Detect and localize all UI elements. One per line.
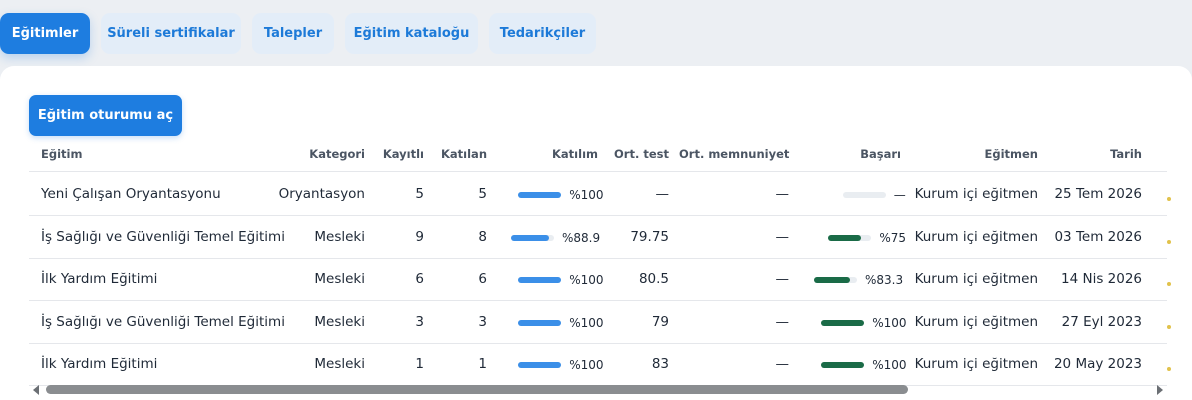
attended-cell: 3	[478, 313, 487, 330]
participation-bar-fill	[518, 319, 562, 326]
table-row[interactable]: İş Sağlığı ve Güvenliği Temel Eğitimi Me…	[29, 301, 1171, 344]
avg-satisfaction-cell: —	[775, 271, 790, 287]
avg-test-cell: 79	[651, 313, 669, 330]
registered-cell: 6	[415, 271, 424, 287]
trainer-cell: Kurum içi eğitmen	[914, 186, 1038, 202]
col-registered[interactable]: Kayıtlı	[374, 147, 424, 161]
status-dot-icon	[1167, 282, 1171, 286]
training-name[interactable]: İlk Yardım Eğitimi	[41, 258, 157, 300]
attended-cell: 8	[478, 228, 487, 245]
participation-bar-fill	[511, 234, 550, 241]
participation-bar	[518, 319, 562, 326]
success-bar	[821, 319, 865, 326]
open-session-button[interactable]: Eğitim oturumu aç	[29, 95, 182, 136]
participation-percent: %88.9	[562, 230, 601, 245]
registered-cell: 3	[415, 313, 424, 330]
scrollbar-thumb[interactable]	[46, 385, 908, 394]
table-row[interactable]: İlk Yardım Eğitimi Mesleki 1 1 %100 83 —…	[29, 343, 1171, 386]
participation-bar-fill	[518, 192, 562, 198]
avg-satisfaction-cell: —	[775, 228, 790, 245]
trainer-cell: Kurum içi eğitmen	[914, 356, 1038, 372]
success-bar	[842, 192, 886, 198]
category-cell: Mesleki	[314, 271, 365, 287]
date-cell: 25 Tem 2026	[1054, 186, 1142, 202]
table-row[interactable]: İlk Yardım Eğitimi Mesleki 6 6 %100 80.5…	[29, 258, 1171, 301]
participation-bar-fill	[518, 277, 562, 283]
scroll-right-arrow-icon[interactable]	[1157, 385, 1163, 395]
category-cell: Mesleki	[314, 356, 365, 372]
date-cell: 20 May 2023	[1053, 356, 1142, 372]
trainer-cell: Kurum içi eğitmen	[914, 271, 1038, 287]
success-bar	[821, 362, 865, 368]
date-cell: 03 Tem 2026	[1054, 228, 1142, 245]
trainer-cell: Kurum içi eğitmen	[914, 313, 1038, 330]
registered-cell: 1	[415, 356, 424, 372]
avg-test-cell: 83	[651, 356, 669, 372]
registered-cell: 5	[415, 186, 424, 202]
tab-requests[interactable]: Talepler	[252, 13, 334, 54]
col-attended[interactable]: Katılan	[434, 147, 487, 161]
participation-bar	[518, 362, 562, 368]
category-cell: Oryantasyon	[278, 186, 365, 202]
tab-training-catalog[interactable]: Eğitim kataloğu	[345, 13, 478, 54]
success-bar	[828, 234, 872, 241]
date-cell: 14 Nis 2026	[1061, 271, 1142, 287]
success-bar	[814, 277, 857, 283]
participation-bar	[511, 234, 554, 241]
registered-cell: 9	[415, 228, 424, 245]
table-header: Eğitim Kategori Kayıtlı Katılan Katılım …	[29, 140, 1167, 172]
success-bar-fill	[821, 319, 865, 326]
participation-bar	[518, 277, 562, 283]
scroll-left-arrow-icon[interactable]	[33, 385, 39, 395]
participation-percent: %100	[569, 358, 604, 372]
horizontal-scrollbar[interactable]	[29, 383, 1167, 397]
training-name[interactable]: İş Sağlığı ve Güvenliği Temel Eğitimi	[41, 301, 285, 343]
avg-test-cell: 79.75	[630, 228, 669, 245]
training-name[interactable]: İş Sağlığı ve Güvenliği Temel Eğitimi	[41, 216, 285, 258]
attended-cell: 6	[478, 271, 487, 287]
participation-bar	[518, 192, 562, 198]
tab-trainings[interactable]: Eğitimler	[0, 13, 90, 54]
category-cell: Mesleki	[314, 313, 365, 330]
training-name[interactable]: Yeni Çalışan Oryantasyonu	[41, 173, 221, 215]
col-training[interactable]: Eğitim	[41, 147, 82, 161]
col-date[interactable]: Tarih	[1049, 147, 1142, 161]
participation-bar-fill	[518, 362, 562, 368]
tab-timed-certificates[interactable]: Süreli sertifikalar	[101, 13, 241, 54]
success-bar-fill	[828, 234, 861, 241]
category-cell: Mesleki	[314, 228, 365, 245]
col-trainer[interactable]: Eğitmen	[909, 147, 1039, 161]
status-dot-icon	[1167, 197, 1171, 201]
col-avg-test[interactable]: Ort. test	[604, 147, 669, 161]
trainings-card: Eğitim oturumu aç Eğitim Kategori Kayıtl…	[0, 66, 1192, 400]
status-dot-icon	[1167, 239, 1171, 244]
success-bar-fill	[821, 362, 865, 368]
date-cell: 27 Eyl 2023	[1061, 313, 1142, 330]
col-avg-satisfaction[interactable]: Ort. memnuniyet	[679, 147, 789, 161]
participation-percent: %100	[569, 315, 604, 330]
table-row[interactable]: İş Sağlığı ve Güvenliği Temel Eğitimi Me…	[29, 216, 1171, 259]
attended-cell: 5	[478, 186, 487, 202]
attended-cell: 1	[478, 356, 487, 372]
avg-satisfaction-cell: —	[775, 186, 790, 202]
col-participation[interactable]: Katılım	[519, 147, 598, 161]
col-category[interactable]: Kategori	[279, 147, 365, 161]
participation-percent: %100	[569, 273, 604, 287]
participation-percent: %100	[569, 188, 604, 202]
avg-satisfaction-cell: —	[775, 313, 790, 330]
tab-suppliers[interactable]: Tedarikçiler	[489, 13, 596, 54]
status-dot-icon	[1167, 324, 1171, 329]
status-dot-icon	[1167, 367, 1171, 371]
avg-test-cell: 80.5	[638, 271, 669, 287]
trainer-cell: Kurum içi eğitmen	[914, 228, 1038, 245]
success-bar-fill	[814, 277, 850, 283]
avg-satisfaction-cell: —	[775, 356, 790, 372]
table-row[interactable]: Yeni Çalışan Oryantasyonu Oryantasyon 5 …	[29, 173, 1171, 216]
avg-test-cell: —	[655, 186, 670, 202]
col-success[interactable]: Başarı	[819, 147, 901, 161]
training-name[interactable]: İlk Yardım Eğitimi	[41, 343, 157, 385]
